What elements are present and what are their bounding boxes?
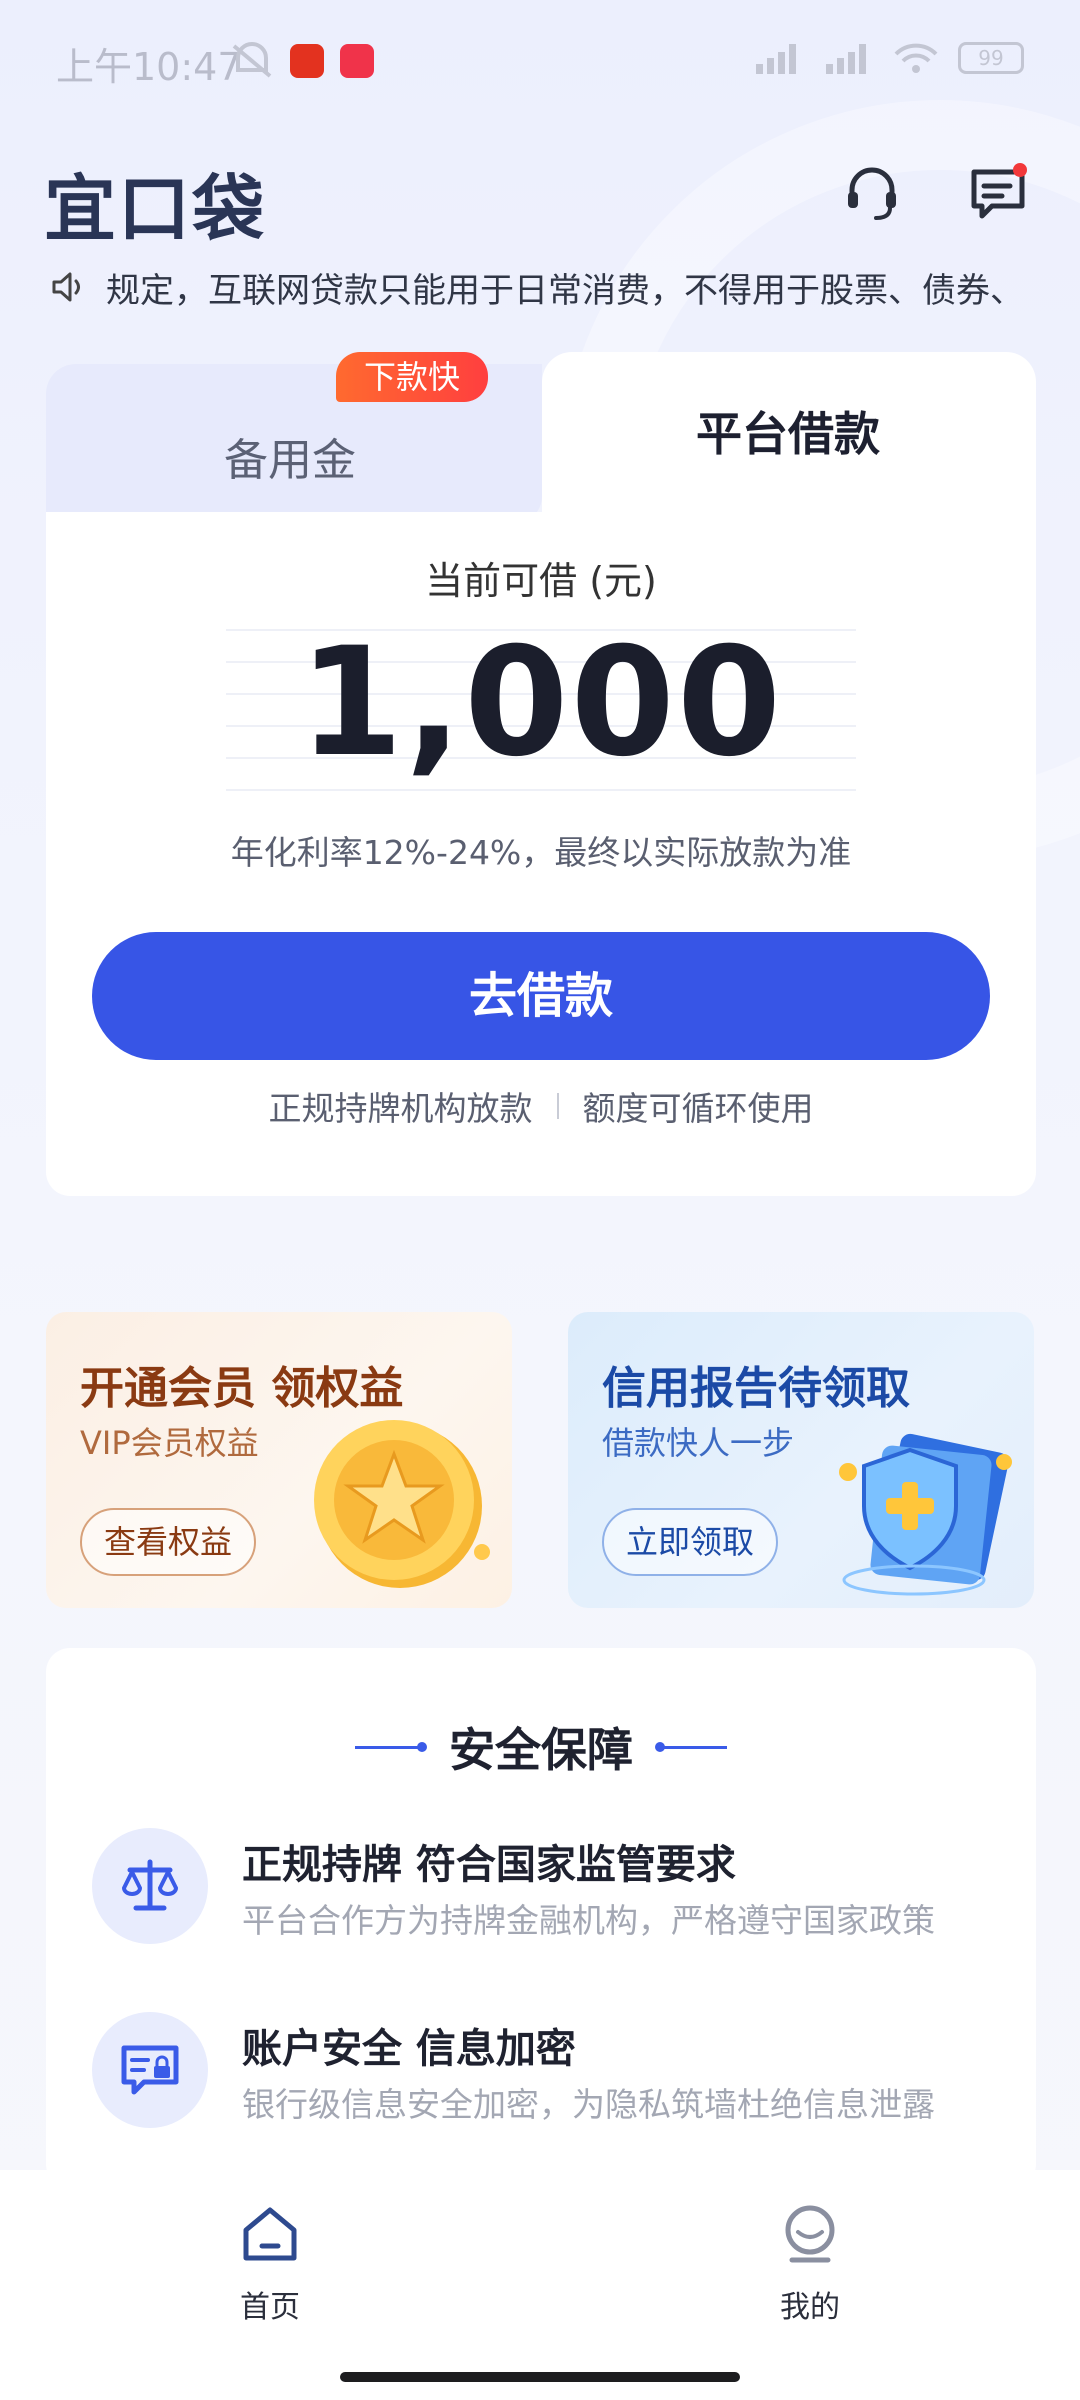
loan-card: 备用金 下款快 平台借款 当前可借 (元) 1,000 年化利率12%-24%，… (46, 352, 1036, 1196)
feature-licensed: 正规持牌机构放款 (268, 1089, 533, 1128)
gold-coin-icon (314, 1420, 490, 1588)
loan-features: 正规持牌机构放款 额度可循环使用 (46, 1082, 1036, 1130)
security-item-title: 正规持牌 符合国家监管要求 (242, 1842, 736, 1888)
borrow-button[interactable]: 去借款 (92, 932, 990, 1060)
amount-label: 当前可借 (元) (425, 559, 657, 603)
tab-label: 备用金 (224, 435, 356, 486)
app-notification-icon (340, 44, 374, 78)
notice-bar[interactable]: 规定，互联网贷款只能用于日常消费，不得用于股票、债券、 (48, 262, 1048, 312)
speaker-icon (52, 272, 80, 302)
bottom-navigation: 首页 我的 (0, 2170, 1080, 2400)
app-notification-icon (290, 44, 324, 78)
home-screen: 上午10:47 99 宜口袋 规定，互联网贷款只能用于日常消费，不得用于股票、债… (0, 0, 1080, 2400)
secure-id-icon (92, 2012, 208, 2128)
vip-promo-card[interactable]: 开通会员 领权益 VIP会员权益 查看权益 (46, 1312, 512, 1608)
wifi-icon (894, 43, 938, 73)
feature-revolving: 额度可循环使用 (582, 1089, 814, 1128)
security-item-desc: 银行级信息安全加密，为隐私筑墙杜绝信息泄露 (242, 2085, 935, 2124)
notice-text: 规定，互联网贷款只能用于日常消费，不得用于股票、债券、 (106, 270, 1024, 311)
security-item-licensed: 正规持牌 符合国家监管要求 平台合作方为持牌金融机构，严格遵守国家政策 (92, 1828, 992, 1948)
divider (556, 1093, 559, 1119)
title-decoration (355, 1741, 427, 1752)
status-indicators: 99 (752, 40, 1024, 76)
credit-report-promo-card[interactable]: 信用报告待领取 借款快人一步 立即领取 (568, 1312, 1034, 1608)
security-section: 安全保障 正规持牌 符合国家监管要求 平台合作方为持牌金融机构，严格遵守国家政策 (46, 1648, 1036, 2188)
mute-icon (232, 42, 272, 78)
home-icon (243, 2207, 297, 2261)
scale-icon (92, 1828, 208, 1944)
nav-label: 我的 (780, 2290, 840, 2325)
message-icon[interactable] (966, 160, 1030, 224)
claim-now-button[interactable]: 立即领取 (602, 1508, 779, 1576)
title-decoration (655, 1741, 727, 1752)
profile-icon (785, 2205, 835, 2263)
headset-icon[interactable] (840, 160, 904, 224)
security-item-desc: 平台合作方为持牌金融机构，严格遵守国家政策 (242, 1901, 935, 1940)
rate-disclaimer: 年化利率12%-24%，最终以实际放款为准 (230, 833, 852, 872)
promo-subtitle: VIP会员权益 (80, 1424, 259, 1462)
home-indicator[interactable] (340, 2372, 740, 2382)
nav-home[interactable]: 首页 (170, 2202, 370, 2326)
tab-platform-loan[interactable]: 平台借款 (542, 352, 1036, 524)
promo-subtitle: 借款快人一步 (602, 1424, 795, 1462)
available-amount: 1,000 (298, 616, 784, 790)
fast-badge: 下款快 (336, 352, 489, 402)
status-bar: 上午10:47 99 (0, 0, 1080, 120)
signal-icon (756, 44, 796, 74)
app-logo: 宜口袋 (44, 167, 267, 251)
nav-mine[interactable]: 我的 (710, 2202, 910, 2326)
signal-icon (826, 44, 866, 74)
nav-label: 首页 (240, 2290, 300, 2325)
security-item-title: 账户安全 信息加密 (242, 2026, 576, 2072)
status-time: 上午10:47 (56, 45, 242, 89)
security-item-account: 账户安全 信息加密 银行级信息安全加密，为隐私筑墙杜绝信息泄露 (92, 2012, 992, 2132)
security-title-row: 安全保障 (46, 1714, 1036, 1780)
security-title: 安全保障 (449, 1723, 633, 1777)
shield-icon (839, 1433, 1012, 1596)
tab-label: 平台借款 (696, 407, 880, 461)
view-benefits-button[interactable]: 查看权益 (80, 1508, 257, 1576)
unread-dot (1013, 163, 1027, 177)
battery-icon: 99 (958, 42, 1024, 74)
